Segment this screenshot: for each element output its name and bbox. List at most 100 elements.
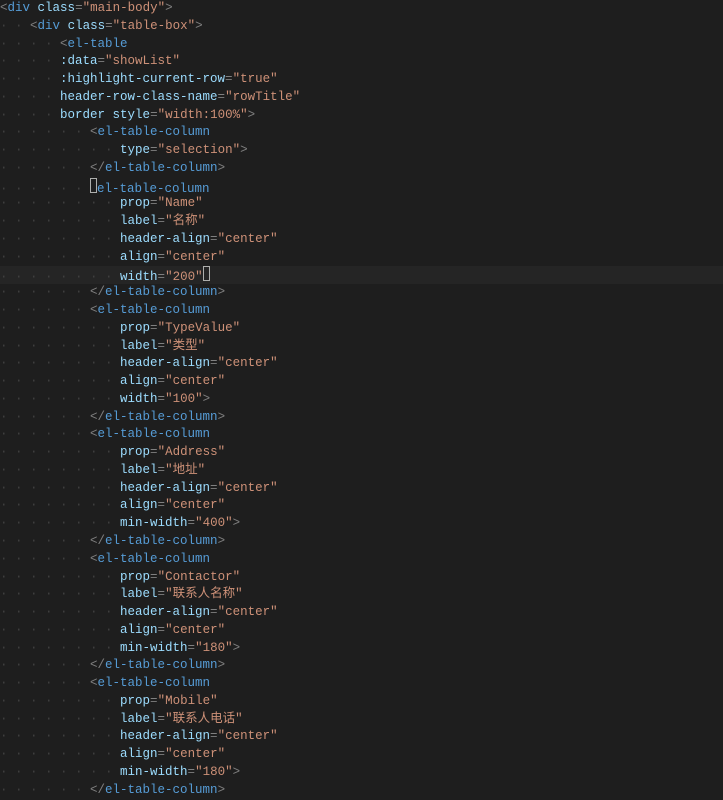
code-line[interactable]: · · · · · · · · prop="Mobile"	[0, 693, 723, 711]
code-line[interactable]: · · · · · · · · prop="Contactor"	[0, 569, 723, 587]
code-line[interactable]: · · · · · · · · type="selection">	[0, 142, 723, 160]
token-str: "100"	[165, 392, 203, 406]
code-line[interactable]: · · · · · · · · prop="Address"	[0, 444, 723, 462]
cursor-box	[203, 266, 210, 281]
token-punct: =	[210, 729, 218, 743]
token-punct: </	[90, 783, 105, 797]
code-line[interactable]: · · · · · · · · header-align="center"	[0, 604, 723, 622]
indent-guides: · · · · · · · ·	[0, 729, 120, 743]
indent-guides: · · · · · ·	[0, 552, 90, 566]
code-line[interactable]: · · · · · · · · header-align="center"	[0, 355, 723, 373]
token-attr: header-align	[120, 605, 210, 619]
token-attr: style	[113, 108, 151, 122]
token-attr: header-align	[120, 481, 210, 495]
token-attr: prop	[120, 570, 150, 584]
code-line[interactable]: · · · · · · </el-table-column>	[0, 533, 723, 551]
indent-guides: · · · · · ·	[0, 161, 90, 175]
code-line[interactable]: · · · · · · <el-table-column	[0, 124, 723, 142]
token-punct: =	[158, 339, 166, 353]
token-punct: =	[150, 108, 158, 122]
code-line[interactable]: · · · · · · <el-table-column	[0, 426, 723, 444]
code-line[interactable]: · · · · · · </el-table-column>	[0, 782, 723, 800]
cursor-box	[90, 178, 97, 193]
token-punct: </	[90, 534, 105, 548]
code-line[interactable]: · · · · · · · · label="地址"	[0, 462, 723, 480]
token-str: "名称"	[165, 214, 205, 228]
token-str: "center"	[218, 481, 278, 495]
token-str: "center"	[165, 623, 225, 637]
token-tag: el-table-column	[105, 658, 218, 672]
code-line[interactable]: · · · · · · <el-table-column	[0, 302, 723, 320]
token-attr: label	[120, 712, 158, 726]
token-str: "Address"	[158, 445, 226, 459]
code-line[interactable]: · · · · · · · · min-width="180">	[0, 640, 723, 658]
code-line[interactable]: · · · · · · · · label="联系人电话"	[0, 711, 723, 729]
code-line[interactable]: · · · · · · <el-table-column	[0, 675, 723, 693]
token-punct: =	[158, 498, 166, 512]
token-str: "TypeValue"	[158, 321, 241, 335]
code-line[interactable]: · · · · · · · · align="center"	[0, 373, 723, 391]
indent-guides: · · · · · · · ·	[0, 712, 120, 726]
token-attr: align	[120, 250, 158, 264]
indent-guides: · · · ·	[0, 108, 60, 122]
code-line[interactable]: · · · · · · · · width="100">	[0, 391, 723, 409]
code-line[interactable]: · · · · · · · · label="类型"	[0, 338, 723, 356]
code-line[interactable]: · · · · · · <el-table-column	[0, 551, 723, 569]
token-str: "类型"	[165, 339, 205, 353]
code-line[interactable]: · · · · · · · · header-align="center"	[0, 231, 723, 249]
code-line[interactable]: · · · · · · </el-table-column>	[0, 284, 723, 302]
code-line[interactable]: · · · · · · · · label="名称"	[0, 213, 723, 231]
token-punct: >	[218, 410, 226, 424]
token-str: "center"	[218, 729, 278, 743]
code-line[interactable]: · · · · <el-table	[0, 36, 723, 54]
code-line[interactable]: · · · · · · · · prop="Name"	[0, 195, 723, 213]
indent-guides: · · · · · · · ·	[0, 587, 120, 601]
token-str: "center"	[218, 605, 278, 619]
indent-guides: · · · · · · · ·	[0, 516, 120, 530]
token-attr: min-width	[120, 765, 188, 779]
code-line[interactable]: · · · · · · · · min-width="400">	[0, 515, 723, 533]
indent-guides: · · · ·	[0, 37, 60, 51]
indent-guides: · · · · · ·	[0, 534, 90, 548]
token-str: "center"	[218, 356, 278, 370]
token-attr: class	[38, 1, 76, 15]
code-line[interactable]: · · · · :data="showList"	[0, 53, 723, 71]
token-punct: <	[90, 676, 98, 690]
code-line[interactable]: · · · · · · · · align="center"	[0, 249, 723, 267]
token-punct: <	[90, 303, 98, 317]
token-str: "center"	[165, 747, 225, 761]
code-line[interactable]: · · · · · · · · align="center"	[0, 622, 723, 640]
token-tag: el-table-column	[98, 303, 211, 317]
code-line[interactable]: · · · · · · · · align="center"	[0, 746, 723, 764]
code-line[interactable]: · · · · · · · · prop="TypeValue"	[0, 320, 723, 338]
code-line[interactable]: · · <div class="table-box">	[0, 18, 723, 36]
indent-guides: · · · · · ·	[0, 410, 90, 424]
code-line[interactable]: · · · · border style="width:100%">	[0, 107, 723, 125]
code-line[interactable]: · · · · :highlight-current-row="true"	[0, 71, 723, 89]
token-attr: class	[68, 19, 106, 33]
code-line[interactable]: · · · · header-row-class-name="rowTitle"	[0, 89, 723, 107]
code-line[interactable]: · · · · · · · · label="联系人名称"	[0, 586, 723, 604]
code-line[interactable]: · · · · · · </el-table-column>	[0, 160, 723, 178]
token-plain	[30, 1, 38, 15]
code-editor[interactable]: <div class="main-body">· · <div class="t…	[0, 0, 723, 799]
token-tag: el-table-column	[98, 552, 211, 566]
token-tag: div	[38, 19, 61, 33]
token-punct: <	[30, 19, 38, 33]
code-line[interactable]: · · · · · · </el-table-column>	[0, 409, 723, 427]
indent-guides: · · · · · ·	[0, 285, 90, 299]
code-line[interactable]: · · · · · · · · header-align="center"	[0, 728, 723, 746]
code-line[interactable]: · · · · · · · · header-align="center"	[0, 480, 723, 498]
code-line[interactable]: <div class="main-body">	[0, 0, 723, 18]
indent-guides: · · · · · ·	[0, 658, 90, 672]
code-line[interactable]: · · · · · · </el-table-column>	[0, 657, 723, 675]
code-line[interactable]: · · · · · · el-table-column	[0, 178, 723, 196]
token-str: "showList"	[105, 54, 180, 68]
token-tag: el-table-column	[105, 783, 218, 797]
token-str: "selection"	[158, 143, 241, 157]
code-line[interactable]: · · · · · · · · width="200"	[0, 266, 723, 284]
indent-guides: · · · · · · · ·	[0, 143, 120, 157]
code-line[interactable]: · · · · · · · · align="center"	[0, 497, 723, 515]
code-line[interactable]: · · · · · · · · min-width="180">	[0, 764, 723, 782]
token-attr: align	[120, 498, 158, 512]
